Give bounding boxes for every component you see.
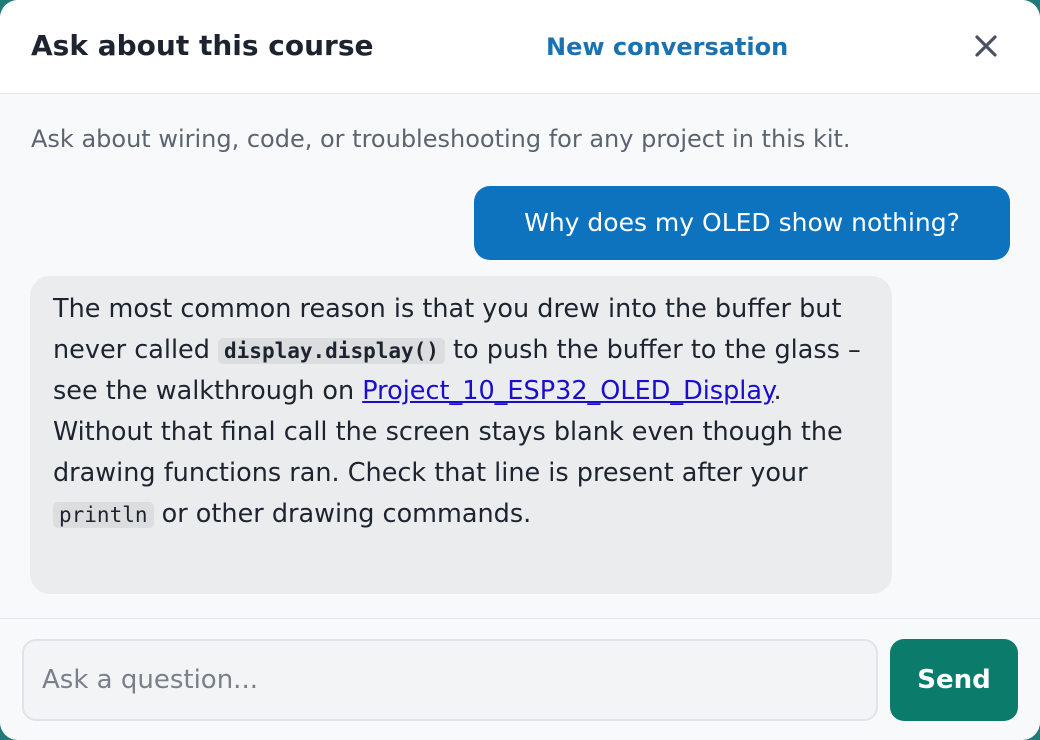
question-input[interactable]	[22, 639, 878, 721]
composer: Send	[0, 618, 1040, 740]
inline-code: println	[53, 501, 154, 528]
inline-code: display.display()	[218, 337, 445, 364]
message-list[interactable]: Ask about wiring, code, or troubleshooti…	[0, 95, 1040, 618]
panel-title: Ask about this course	[31, 29, 374, 62]
close-icon	[975, 35, 997, 57]
send-button[interactable]: Send	[890, 639, 1018, 721]
chat-header: Ask about this course New conversation	[0, 0, 1040, 94]
chat-panel: Ask about this course New conversation A…	[0, 0, 1040, 740]
close-button[interactable]	[966, 26, 1006, 66]
project-link[interactable]: Project_10_ESP32_OLED_Display	[362, 376, 773, 406]
new-conversation-button[interactable]: New conversation	[546, 30, 788, 64]
assistant-message: The most common reason is that you drew …	[30, 276, 892, 594]
intro-text: Ask about wiring, code, or troubleshooti…	[31, 125, 851, 153]
user-message: Why does my OLED show nothing?	[474, 186, 1010, 260]
assistant-text-part: or other drawing commands.	[153, 498, 532, 529]
